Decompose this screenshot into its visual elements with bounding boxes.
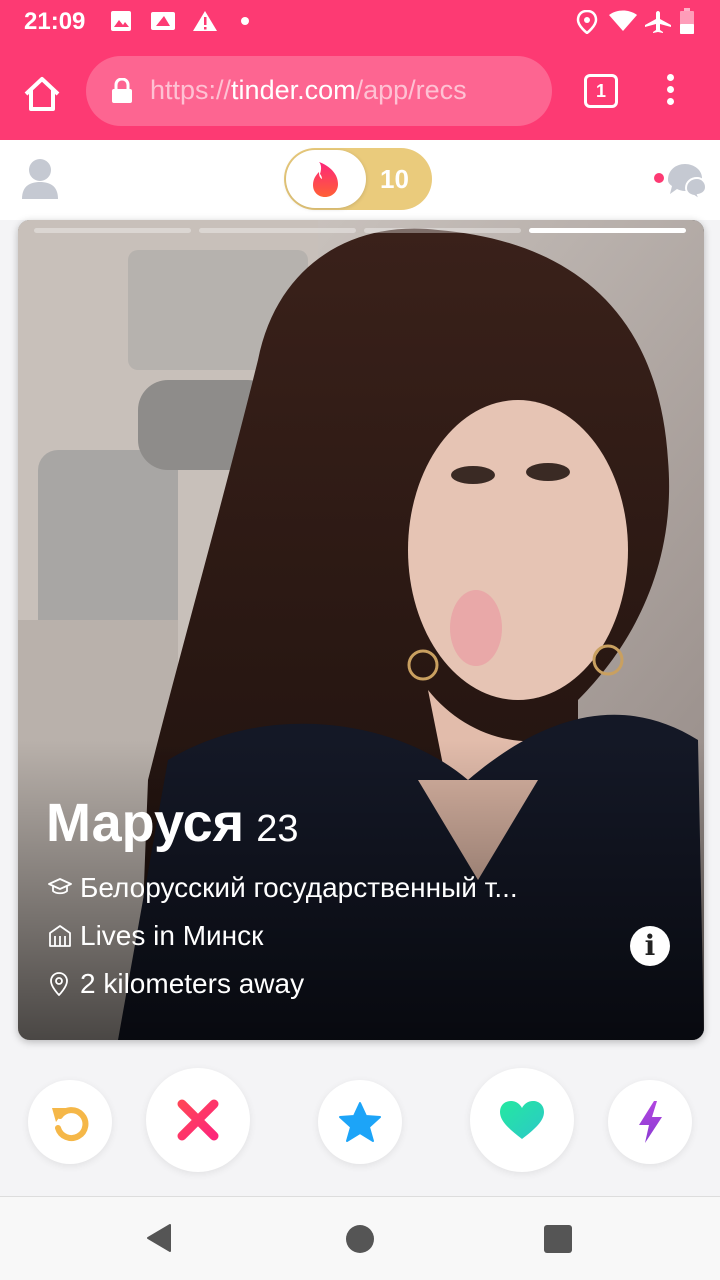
photo-indicator[interactable] <box>34 228 191 233</box>
location-pin-icon <box>50 972 68 996</box>
home-icon[interactable] <box>22 74 62 114</box>
battery-icon <box>680 8 694 34</box>
name-row: Маруся 23 <box>46 792 298 854</box>
lightning-icon <box>639 1101 662 1143</box>
city-text: Lives in Минск <box>80 920 264 951</box>
profile-age: 23 <box>256 808 299 850</box>
airplane-icon <box>645 11 671 33</box>
warning-icon <box>193 11 217 31</box>
recent-apps-icon[interactable] <box>544 1225 572 1253</box>
profile-icon[interactable] <box>20 156 60 200</box>
info-icon[interactable]: i <box>630 926 670 966</box>
status-bar: 21:09 <box>0 0 720 44</box>
location-icon <box>576 10 598 34</box>
rewind-icon <box>52 1107 89 1142</box>
photo-indicator[interactable] <box>199 228 356 233</box>
screenshot-icon <box>151 12 175 30</box>
boost-button[interactable] <box>608 1080 692 1164</box>
boost-count: 10 <box>380 164 409 194</box>
heart-icon <box>500 1101 544 1139</box>
address-bar[interactable]: https://tinder.com/app/recs <box>86 56 552 126</box>
back-icon[interactable] <box>146 1223 172 1253</box>
profile-name: Маруся <box>46 793 245 853</box>
lock-icon <box>112 78 132 103</box>
profile-card[interactable]: Маруся 23 Белорусский государственный т..… <box>18 220 704 1040</box>
photo-indicator-active[interactable] <box>529 228 686 233</box>
browser-toolbar: https://tinder.com/app/recs 1 <box>0 44 720 140</box>
photo-progress <box>34 228 686 234</box>
super-like-button[interactable] <box>318 1080 402 1164</box>
system-nav-bar <box>0 1196 720 1280</box>
boost-toggle[interactable]: 10 <box>284 148 432 210</box>
flame-icon <box>313 162 338 197</box>
rewind-button[interactable] <box>28 1080 112 1164</box>
distance-text: 2 kilometers away <box>80 968 305 999</box>
app-header: 10 <box>0 140 720 220</box>
close-icon <box>177 1099 219 1141</box>
dot-icon <box>241 17 249 25</box>
like-button[interactable] <box>470 1068 574 1172</box>
messages-icon[interactable] <box>650 158 706 202</box>
action-bar <box>0 1040 720 1196</box>
overflow-menu-icon[interactable] <box>660 74 680 110</box>
star-icon <box>339 1102 381 1142</box>
building-icon <box>49 925 71 947</box>
school-text: Белорусский государственный т... <box>80 872 518 903</box>
nope-button[interactable] <box>146 1068 250 1172</box>
image-icon <box>111 11 131 31</box>
url-text: https://tinder.com/app/recs <box>150 75 467 105</box>
photo-indicator[interactable] <box>364 228 521 233</box>
wifi-icon <box>609 10 637 31</box>
tab-switcher-button[interactable]: 1 <box>584 74 618 108</box>
home-nav-icon[interactable] <box>346 1225 374 1253</box>
graduation-cap-icon <box>48 878 72 895</box>
tinder-logo-button[interactable] <box>286 150 366 208</box>
status-time: 21:09 <box>24 8 86 35</box>
